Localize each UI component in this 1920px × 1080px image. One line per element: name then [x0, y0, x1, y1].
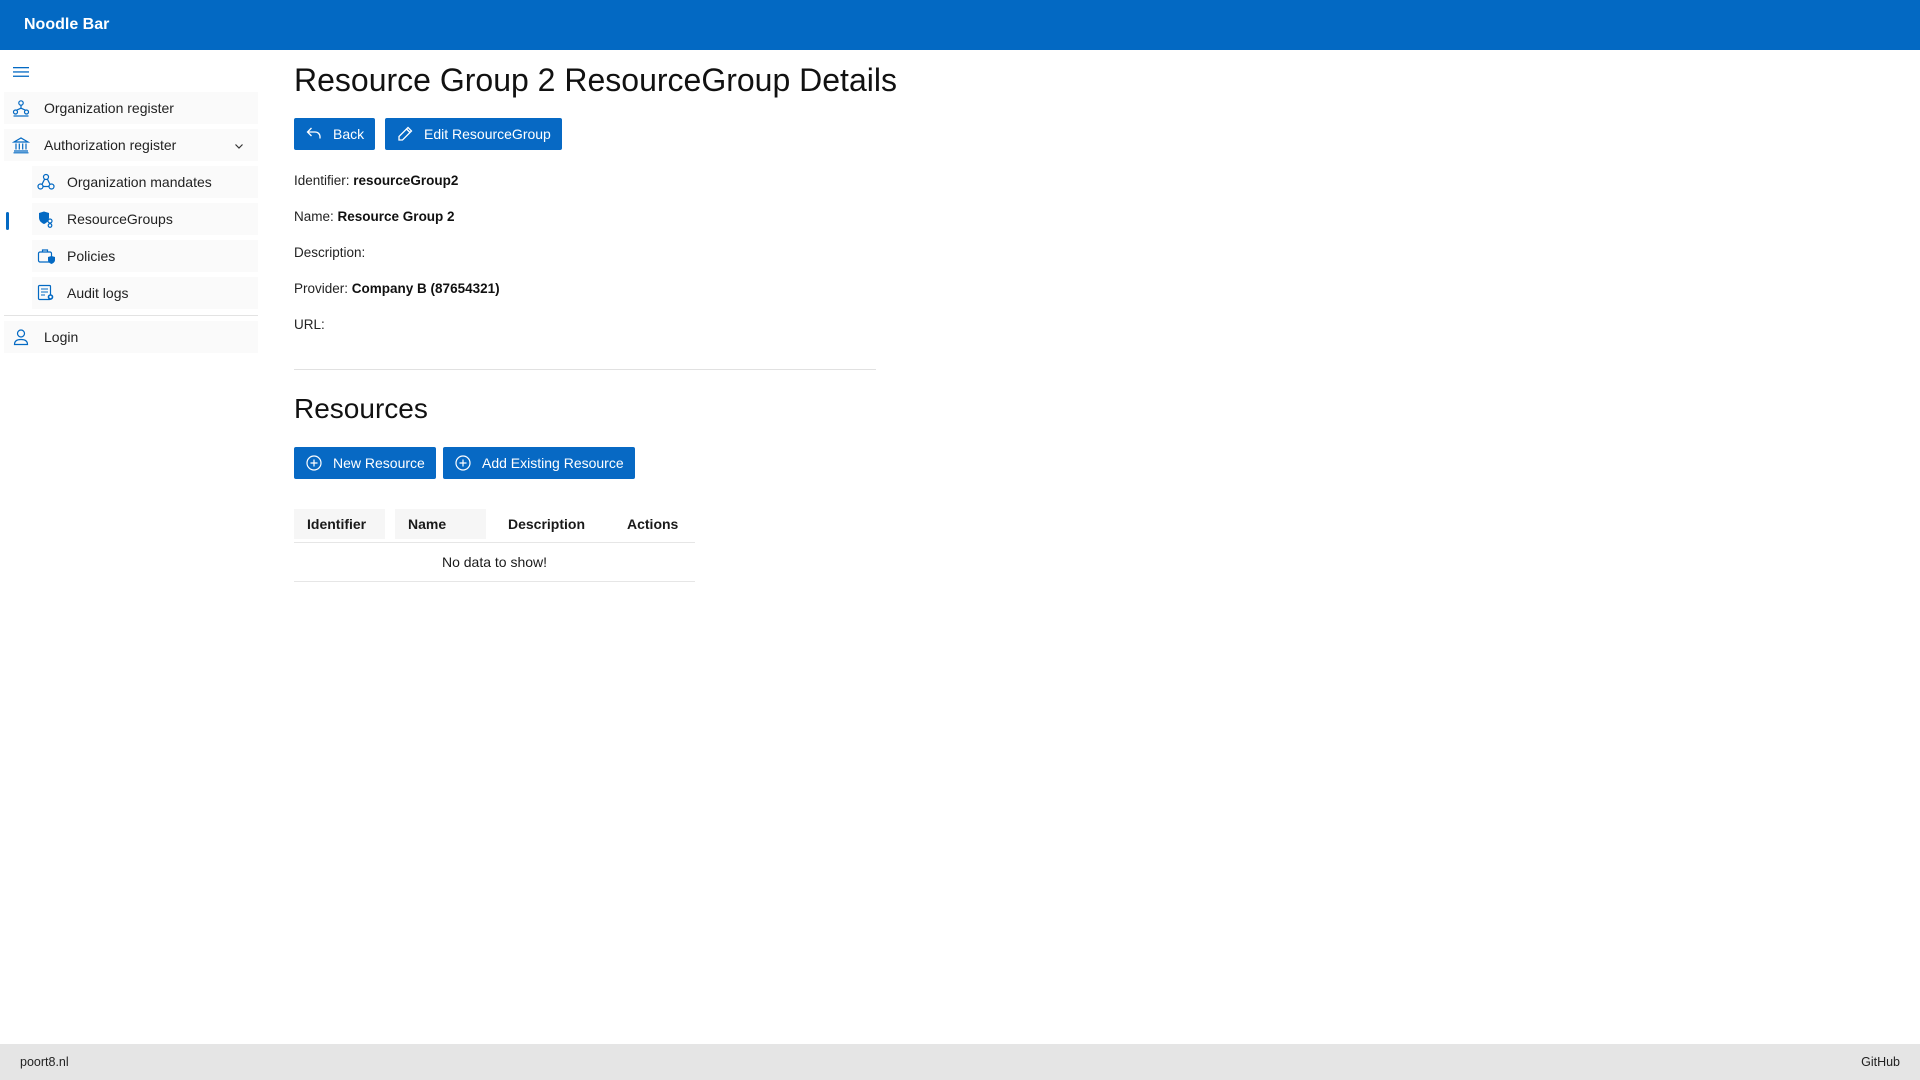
footer-link-github[interactable]: GitHub: [1861, 1055, 1900, 1069]
sidebar-divider: [4, 315, 258, 316]
edit-button-label: Edit ResourceGroup: [424, 126, 551, 142]
new-resource-button[interactable]: New Resource: [294, 447, 436, 479]
sidebar-item-label: Audit logs: [67, 285, 129, 301]
back-button[interactable]: Back: [294, 118, 376, 150]
description-field: Description:: [294, 245, 365, 260]
resources-title: Resources: [294, 393, 428, 424]
document-search-icon: [37, 284, 55, 302]
new-resource-label: New Resource: [333, 455, 425, 471]
section-divider: [294, 369, 876, 370]
name-label: Name:: [294, 209, 334, 224]
add-existing-resource-button[interactable]: Add Existing Resource: [443, 447, 635, 479]
footer: poort8.nl GitHub: [0, 1044, 1920, 1080]
sidebar-item-label: ResourceGroups: [67, 211, 173, 227]
sidebar-item-label: Organization mandates: [67, 174, 212, 190]
provider-field: Provider: Company B (87654321): [294, 281, 500, 296]
chevron-down-icon[interactable]: [234, 138, 244, 154]
sidebar-item-audit-logs[interactable]: Audit logs: [32, 277, 258, 309]
sidebar-item-organization-mandates[interactable]: Organization mandates: [32, 166, 258, 198]
organization-icon: [12, 99, 30, 117]
add-circle-icon: [454, 454, 472, 472]
sidebar-item-resourcegroups[interactable]: ResourceGroups: [32, 203, 258, 235]
bank-icon: [12, 136, 30, 154]
people-network-icon: [37, 173, 55, 191]
sidebar-item-label: Login: [44, 329, 79, 345]
sidebar-item-label: Policies: [67, 248, 116, 264]
add-circle-icon: [305, 454, 323, 472]
sidebar-item-label: Authorization register: [44, 137, 177, 153]
empty-state-text: No data to show!: [294, 543, 695, 582]
briefcase-shield-icon: [37, 247, 55, 265]
name-value: Resource Group 2: [337, 209, 455, 224]
sidebar-item-label: Organization register: [44, 100, 174, 116]
edit-resourcegroup-button[interactable]: Edit ResourceGroup: [385, 118, 562, 150]
page-title: Resource Group 2 ResourceGroup Details: [294, 62, 897, 98]
menu-toggle-icon[interactable]: [12, 64, 32, 80]
provider-value: Company B (87654321): [351, 281, 500, 296]
footer-link-poort8[interactable]: poort8.nl: [20, 1055, 69, 1069]
table-header: Identifier Name Description Actions: [294, 505, 695, 543]
column-header-name[interactable]: Name: [395, 509, 486, 539]
active-indicator: [6, 212, 9, 230]
resources-table: Identifier Name Description Actions No d…: [294, 505, 695, 582]
identifier-field: Identifier: resourceGroup2: [294, 173, 458, 188]
identifier-label: Identifier:: [294, 173, 350, 188]
app-header: Noodle Bar: [0, 0, 1920, 50]
column-header-identifier[interactable]: Identifier: [294, 509, 385, 539]
person-icon: [12, 328, 30, 346]
identifier-value: resourceGroup2: [353, 173, 459, 188]
name-field: Name: Resource Group 2: [294, 209, 455, 224]
app-brand[interactable]: Noodle Bar: [24, 16, 109, 34]
column-header-actions: Actions: [627, 516, 679, 532]
url-field: URL:: [294, 317, 325, 332]
sidebar-item-policies[interactable]: Policies: [32, 240, 258, 272]
pencil-icon: [396, 125, 414, 143]
provider-label: Provider:: [294, 281, 349, 296]
description-label: Description:: [294, 245, 366, 260]
back-button-label: Back: [333, 126, 365, 142]
column-header-description[interactable]: Description: [494, 509, 604, 539]
shield-group-icon: [37, 210, 55, 228]
arrow-reply-icon: [305, 125, 323, 143]
add-existing-resource-label: Add Existing Resource: [482, 455, 624, 471]
sidebar-item-organization-register[interactable]: Organization register: [4, 92, 258, 124]
sidebar-item-login[interactable]: Login: [4, 321, 258, 353]
sidebar-item-authorization-register[interactable]: Authorization register: [4, 129, 258, 161]
url-label: URL:: [294, 317, 325, 332]
